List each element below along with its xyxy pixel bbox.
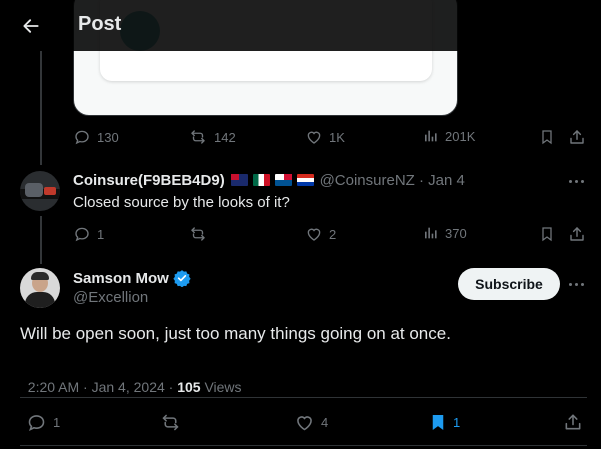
- views-count: 201K: [445, 128, 476, 144]
- main-handle[interactable]: @Excellion: [73, 289, 148, 306]
- main-post-views-count: 105: [177, 379, 201, 395]
- reply-display-name[interactable]: Coinsure(F9BEB4D9): [73, 172, 225, 189]
- more-dot: [575, 283, 578, 286]
- thread-line-top: [40, 51, 42, 165]
- views-count: 370: [445, 225, 467, 241]
- verified-icon: [173, 270, 191, 287]
- main-author-name-row: Samson Mow: [73, 269, 191, 287]
- views-button[interactable]: 201K: [423, 128, 475, 144]
- main-post-actions: 1 4 1: [26, 412, 586, 434]
- reply-button[interactable]: 1: [73, 225, 104, 243]
- main-post-timestamp[interactable]: 2:20 AM · Jan 4, 2024 ·: [28, 379, 177, 395]
- reply-count: 130: [97, 129, 119, 145]
- like-button[interactable]: 1K: [305, 128, 345, 146]
- share-button[interactable]: [563, 412, 583, 432]
- divider-top: [20, 397, 587, 398]
- like-icon: [307, 131, 321, 144]
- reply-button[interactable]: 1: [26, 412, 60, 433]
- repost-count: 142: [214, 129, 236, 145]
- bookmark-icon: [542, 130, 552, 145]
- bookmark-button[interactable]: 1: [429, 412, 460, 433]
- bookmark-filled-icon: [432, 415, 444, 430]
- repost-icon: [191, 130, 205, 144]
- more-dot: [581, 180, 584, 183]
- reply-icon: [75, 130, 89, 145]
- like-count: 2: [329, 226, 337, 242]
- reply-separator: ·: [419, 172, 424, 189]
- main-post-text: Will be open soon, just too many things …: [20, 324, 451, 343]
- thread-line-middle: [40, 216, 42, 264]
- like-count: 1K: [329, 129, 345, 145]
- reply-icon: [75, 227, 89, 242]
- divider-bottom: [20, 445, 587, 446]
- main-avatar[interactable]: [20, 268, 60, 308]
- main-post-meta: 2:20 AM · Jan 4, 2024 · 105 Views: [20, 363, 242, 395]
- reply-flags: [230, 172, 320, 189]
- more-dot: [569, 180, 572, 183]
- bookmark-count: 1: [453, 415, 461, 430]
- back-button[interactable]: [12, 9, 50, 43]
- more-dot: [581, 283, 584, 286]
- quoted-post-actions: 130 142 1K 201K: [73, 128, 593, 150]
- bookmark-icon: [542, 227, 552, 242]
- flag-py-icon: [297, 174, 315, 186]
- reply-icon: [28, 415, 45, 432]
- more-dot: [569, 283, 572, 286]
- reply-date[interactable]: Jan 4: [428, 172, 465, 189]
- reply-button[interactable]: 130: [73, 128, 119, 146]
- page-title: Post: [78, 13, 122, 35]
- like-button[interactable]: 4: [294, 412, 328, 433]
- repost-icon: [191, 227, 205, 241]
- bookmark-button[interactable]: [539, 225, 555, 243]
- reply-avatar[interactable]: [20, 171, 60, 211]
- share-button[interactable]: [568, 128, 586, 146]
- subscribe-button[interactable]: Subscribe: [458, 268, 560, 300]
- reply-header: Coinsure(F9BEB4D9) @CoinsureNZ · Jan 4: [73, 172, 465, 189]
- views-button[interactable]: 370: [423, 225, 467, 241]
- reply-count: 1: [97, 226, 105, 242]
- reply-actions: 1 2 370: [73, 225, 593, 247]
- bookmark-button[interactable]: [539, 128, 555, 146]
- back-arrow-icon: [23, 19, 39, 33]
- reply-count: 1: [53, 415, 61, 430]
- flag-nz-icon: [230, 174, 248, 186]
- repost-button[interactable]: 142: [188, 128, 236, 146]
- reply-more-button[interactable]: [569, 180, 584, 183]
- like-count: 4: [321, 415, 329, 430]
- repost-icon: [162, 414, 179, 431]
- main-display-name[interactable]: Samson Mow: [73, 270, 169, 287]
- views-icon: [425, 227, 437, 239]
- reply-text: Closed source by the looks of it?: [73, 194, 290, 211]
- reply-handle[interactable]: @CoinsureNZ: [320, 172, 415, 189]
- main-post-views-label: Views: [200, 379, 242, 395]
- share-icon: [570, 227, 584, 241]
- share-icon: [570, 130, 584, 144]
- flag-pa-icon: [275, 174, 293, 186]
- share-button[interactable]: [568, 225, 586, 243]
- like-icon: [307, 228, 321, 241]
- like-button[interactable]: 2: [305, 225, 336, 243]
- share-icon: [565, 414, 581, 430]
- main-more-button[interactable]: [569, 283, 584, 286]
- views-icon: [425, 130, 437, 142]
- repost-button[interactable]: [188, 225, 208, 243]
- top-header: Post: [0, 0, 601, 51]
- more-dot: [575, 180, 578, 183]
- flag-mx-icon: [253, 174, 271, 186]
- like-icon: [297, 416, 312, 431]
- repost-button[interactable]: [159, 412, 182, 433]
